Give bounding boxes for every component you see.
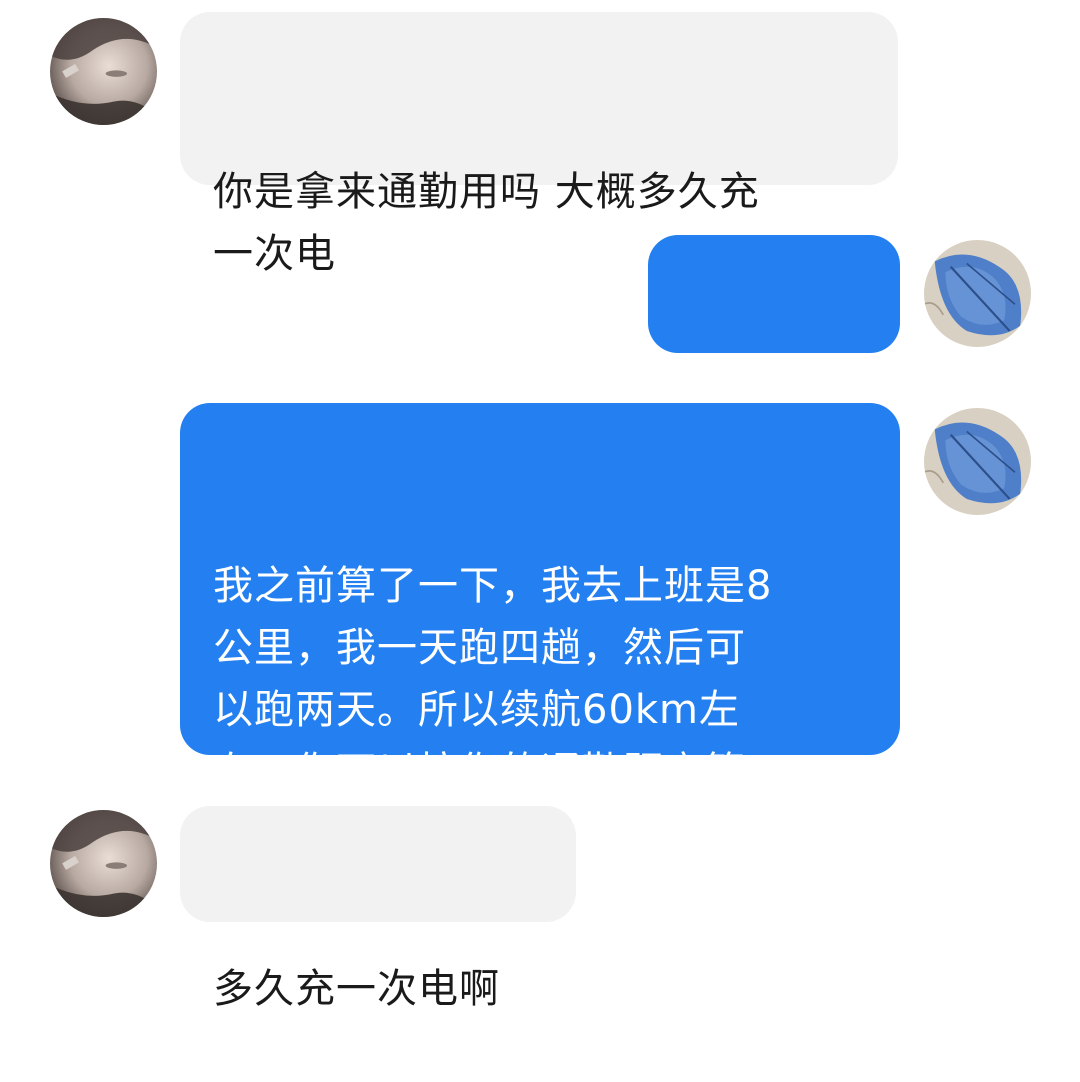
butterfly-avatar-icon[interactable] xyxy=(924,408,1031,515)
message-bubble[interactable]: 多久充一次电啊 xyxy=(180,806,576,1012)
contact-avatar-icon[interactable] xyxy=(50,18,157,125)
butterfly-avatar-icon[interactable] xyxy=(924,240,1031,347)
message-text: 多久充一次电啊 xyxy=(213,966,500,1012)
contact-avatar-icon[interactable] xyxy=(50,810,157,917)
message-bubble[interactable]: 对，通勤 xyxy=(648,235,900,441)
message-bubble[interactable]: 你是拿来通勤用吗 大概多久充 一次电 xyxy=(180,12,898,277)
message-bubble[interactable]: 我之前算了一下，我去上班是8 公里，我一天跑四趟，然后可 以跑两天。所以续航60… xyxy=(180,403,900,857)
